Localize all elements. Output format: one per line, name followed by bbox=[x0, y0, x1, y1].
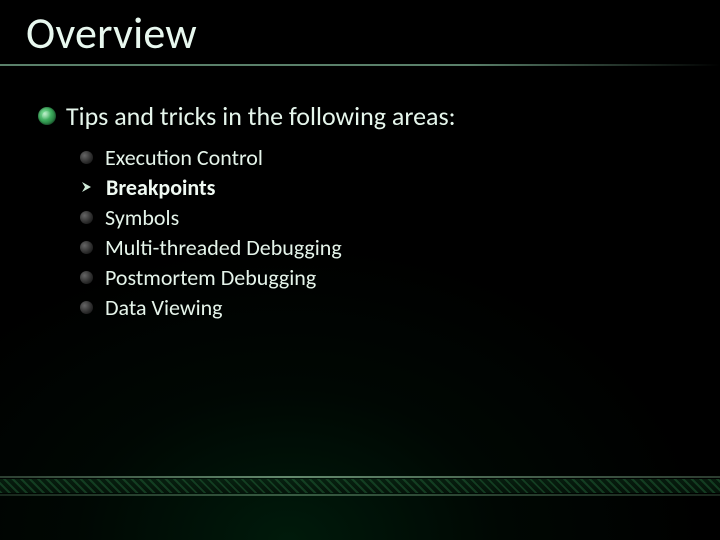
footer-divider bbox=[0, 476, 720, 498]
list-item: Data Viewing bbox=[80, 292, 342, 322]
list-item-label: Breakpoints bbox=[106, 174, 215, 201]
list-item-current: Breakpoints bbox=[80, 172, 342, 202]
slide: Overview Tips and tricks in the followin… bbox=[0, 0, 720, 540]
list-item-label: Execution Control bbox=[105, 144, 263, 171]
list-item: Execution Control bbox=[80, 142, 342, 172]
title-underline bbox=[0, 64, 720, 66]
dot-bullet-icon bbox=[80, 301, 93, 314]
topic-list: Execution Control Breakpoints Symbols Mu… bbox=[80, 142, 342, 322]
list-item-label: Multi-threaded Debugging bbox=[105, 234, 342, 261]
dot-bullet-icon bbox=[80, 271, 93, 284]
intro-row: Tips and tricks in the following areas: bbox=[38, 100, 456, 132]
dot-bullet-icon bbox=[80, 151, 93, 164]
list-item: Symbols bbox=[80, 202, 342, 232]
intro-text: Tips and tricks in the following areas: bbox=[66, 100, 456, 132]
list-item: Postmortem Debugging bbox=[80, 262, 342, 292]
page-title: Overview bbox=[26, 6, 197, 60]
list-item: Multi-threaded Debugging bbox=[80, 232, 342, 262]
dot-bullet-icon bbox=[80, 211, 93, 224]
list-item-label: Postmortem Debugging bbox=[105, 264, 316, 291]
arrow-bullet-icon bbox=[80, 180, 94, 194]
dot-bullet-icon bbox=[80, 241, 93, 254]
sphere-bullet-icon bbox=[38, 107, 56, 125]
list-item-label: Symbols bbox=[105, 204, 179, 231]
list-item-label: Data Viewing bbox=[105, 294, 223, 321]
